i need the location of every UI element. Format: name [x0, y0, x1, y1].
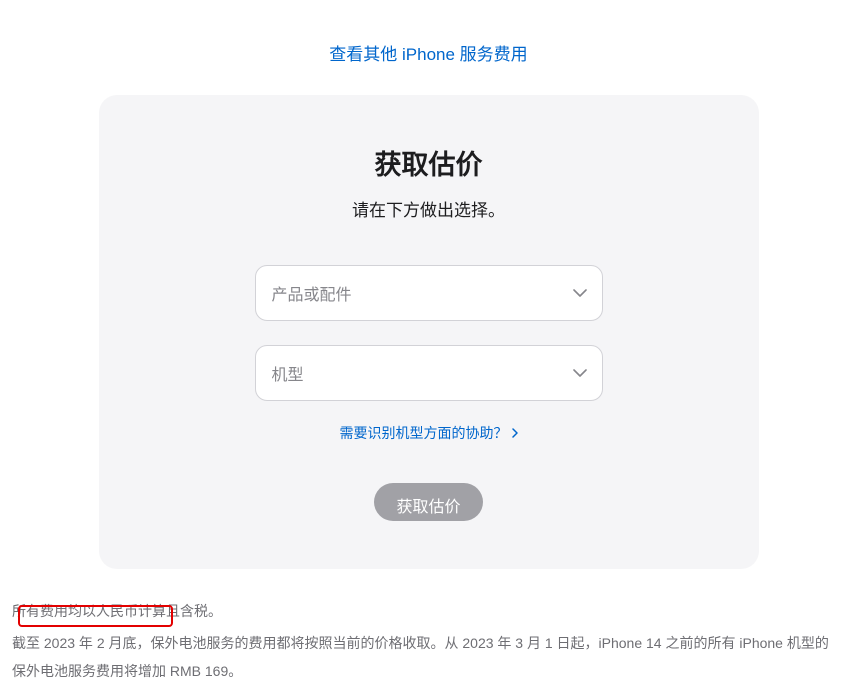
- model-select[interactable]: 机型: [255, 345, 603, 401]
- help-link-label: 需要识别机型方面的协助？: [340, 423, 508, 443]
- product-select-placeholder: 产品或配件: [272, 281, 352, 305]
- identify-model-help-link[interactable]: 需要识别机型方面的协助？: [340, 423, 518, 443]
- estimate-card: 获取估价 请在下方做出选择。 产品或配件 机型 需要识别机型方面的协助？ 获取估…: [99, 95, 759, 569]
- get-estimate-button[interactable]: 获取估价: [374, 483, 482, 521]
- product-select[interactable]: 产品或配件: [255, 265, 603, 321]
- model-select-placeholder: 机型: [272, 361, 304, 385]
- footer-notes: 所有费用均以人民币计算且含税。 截至 2023 年 2 月底，保外电池服务的费用…: [12, 597, 842, 685]
- footer-line-2: 截至 2023 年 2 月底，保外电池服务的费用都将按照当前的价格收取。从 20…: [12, 629, 842, 685]
- card-subtitle: 请在下方做出选择。: [139, 196, 719, 221]
- card-title: 获取估价: [139, 143, 719, 182]
- footer-line-1: 所有费用均以人民币计算且含税。: [12, 597, 842, 625]
- chevron-right-icon: [512, 425, 518, 441]
- view-other-services-link[interactable]: 查看其他 iPhone 服务费用: [329, 45, 527, 64]
